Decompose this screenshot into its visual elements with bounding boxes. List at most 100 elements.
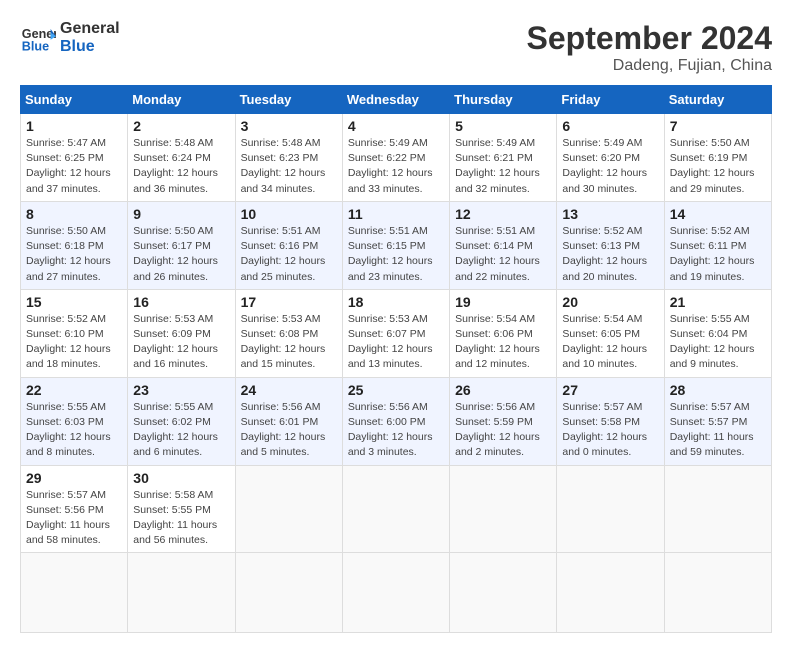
table-row: 30 Sunrise: 5:58 AMSunset: 5:55 PMDaylig…	[128, 465, 235, 553]
header-tuesday: Tuesday	[235, 86, 342, 114]
table-row	[557, 553, 664, 633]
table-row: 23 Sunrise: 5:55 AMSunset: 6:02 PMDaylig…	[128, 377, 235, 465]
day-info: Sunrise: 5:58 AMSunset: 5:55 PMDaylight:…	[133, 489, 217, 547]
table-row: 5 Sunrise: 5:49 AMSunset: 6:21 PMDayligh…	[450, 114, 557, 202]
calendar-week-row	[21, 553, 772, 633]
day-number: 10	[241, 206, 337, 222]
logo-general: General	[60, 20, 120, 38]
table-row: 26 Sunrise: 5:56 AMSunset: 5:59 PMDaylig…	[450, 377, 557, 465]
table-row: 6 Sunrise: 5:49 AMSunset: 6:20 PMDayligh…	[557, 114, 664, 202]
day-info: Sunrise: 5:50 AMSunset: 6:19 PMDaylight:…	[670, 137, 755, 195]
day-info: Sunrise: 5:53 AMSunset: 6:09 PMDaylight:…	[133, 313, 218, 371]
table-row: 11 Sunrise: 5:51 AMSunset: 6:15 PMDaylig…	[342, 201, 449, 289]
table-row: 1 Sunrise: 5:47 AMSunset: 6:25 PMDayligh…	[21, 114, 128, 202]
day-number: 19	[455, 294, 551, 310]
calendar-week-row: 29 Sunrise: 5:57 AMSunset: 5:56 PMDaylig…	[21, 465, 772, 553]
weekday-header-row: Sunday Monday Tuesday Wednesday Thursday…	[21, 86, 772, 114]
table-row: 28 Sunrise: 5:57 AMSunset: 5:57 PMDaylig…	[664, 377, 771, 465]
header-wednesday: Wednesday	[342, 86, 449, 114]
table-row: 13 Sunrise: 5:52 AMSunset: 6:13 PMDaylig…	[557, 201, 664, 289]
table-row: 8 Sunrise: 5:50 AMSunset: 6:18 PMDayligh…	[21, 201, 128, 289]
day-number: 11	[348, 206, 444, 222]
header: General Blue General Blue September 2024…	[20, 20, 772, 75]
table-row: 21 Sunrise: 5:55 AMSunset: 6:04 PMDaylig…	[664, 289, 771, 377]
table-row: 17 Sunrise: 5:53 AMSunset: 6:08 PMDaylig…	[235, 289, 342, 377]
day-info: Sunrise: 5:50 AMSunset: 6:18 PMDaylight:…	[26, 225, 111, 283]
table-row: 24 Sunrise: 5:56 AMSunset: 6:01 PMDaylig…	[235, 377, 342, 465]
day-number: 26	[455, 382, 551, 398]
day-number: 8	[26, 206, 122, 222]
day-number: 18	[348, 294, 444, 310]
table-row: 9 Sunrise: 5:50 AMSunset: 6:17 PMDayligh…	[128, 201, 235, 289]
day-info: Sunrise: 5:51 AMSunset: 6:14 PMDaylight:…	[455, 225, 540, 283]
header-sunday: Sunday	[21, 86, 128, 114]
day-number: 17	[241, 294, 337, 310]
day-info: Sunrise: 5:57 AMSunset: 5:57 PMDaylight:…	[670, 401, 754, 459]
day-info: Sunrise: 5:56 AMSunset: 6:00 PMDaylight:…	[348, 401, 433, 459]
day-info: Sunrise: 5:50 AMSunset: 6:17 PMDaylight:…	[133, 225, 218, 283]
day-info: Sunrise: 5:55 AMSunset: 6:04 PMDaylight:…	[670, 313, 755, 371]
table-row: 25 Sunrise: 5:56 AMSunset: 6:00 PMDaylig…	[342, 377, 449, 465]
day-info: Sunrise: 5:48 AMSunset: 6:23 PMDaylight:…	[241, 137, 326, 195]
day-info: Sunrise: 5:53 AMSunset: 6:07 PMDaylight:…	[348, 313, 433, 371]
day-info: Sunrise: 5:52 AMSunset: 6:11 PMDaylight:…	[670, 225, 755, 283]
day-number: 1	[26, 118, 122, 134]
day-number: 16	[133, 294, 229, 310]
day-info: Sunrise: 5:55 AMSunset: 6:02 PMDaylight:…	[133, 401, 218, 459]
day-number: 4	[348, 118, 444, 134]
day-number: 25	[348, 382, 444, 398]
day-info: Sunrise: 5:54 AMSunset: 6:06 PMDaylight:…	[455, 313, 540, 371]
svg-text:Blue: Blue	[22, 40, 49, 54]
day-number: 13	[562, 206, 658, 222]
day-info: Sunrise: 5:51 AMSunset: 6:15 PMDaylight:…	[348, 225, 433, 283]
day-number: 15	[26, 294, 122, 310]
day-info: Sunrise: 5:53 AMSunset: 6:08 PMDaylight:…	[241, 313, 326, 371]
header-thursday: Thursday	[450, 86, 557, 114]
day-number: 24	[241, 382, 337, 398]
table-row: 20 Sunrise: 5:54 AMSunset: 6:05 PMDaylig…	[557, 289, 664, 377]
table-row	[557, 465, 664, 553]
table-row: 15 Sunrise: 5:52 AMSunset: 6:10 PMDaylig…	[21, 289, 128, 377]
table-row: 22 Sunrise: 5:55 AMSunset: 6:03 PMDaylig…	[21, 377, 128, 465]
header-monday: Monday	[128, 86, 235, 114]
day-number: 9	[133, 206, 229, 222]
day-number: 28	[670, 382, 766, 398]
table-row: 27 Sunrise: 5:57 AMSunset: 5:58 PMDaylig…	[557, 377, 664, 465]
table-row	[664, 553, 771, 633]
calendar-week-row: 1 Sunrise: 5:47 AMSunset: 6:25 PMDayligh…	[21, 114, 772, 202]
day-info: Sunrise: 5:49 AMSunset: 6:20 PMDaylight:…	[562, 137, 647, 195]
table-row	[235, 553, 342, 633]
table-row	[235, 465, 342, 553]
table-row: 3 Sunrise: 5:48 AMSunset: 6:23 PMDayligh…	[235, 114, 342, 202]
title-area: September 2024 Dadeng, Fujian, China	[527, 20, 772, 75]
table-row	[342, 553, 449, 633]
day-number: 30	[133, 470, 229, 486]
day-number: 21	[670, 294, 766, 310]
table-row	[664, 465, 771, 553]
day-info: Sunrise: 5:56 AMSunset: 5:59 PMDaylight:…	[455, 401, 540, 459]
day-number: 6	[562, 118, 658, 134]
logo: General Blue General Blue	[20, 20, 120, 56]
calendar-week-row: 8 Sunrise: 5:50 AMSunset: 6:18 PMDayligh…	[21, 201, 772, 289]
calendar-week-row: 15 Sunrise: 5:52 AMSunset: 6:10 PMDaylig…	[21, 289, 772, 377]
table-row: 7 Sunrise: 5:50 AMSunset: 6:19 PMDayligh…	[664, 114, 771, 202]
table-row	[450, 553, 557, 633]
header-saturday: Saturday	[664, 86, 771, 114]
day-info: Sunrise: 5:51 AMSunset: 6:16 PMDaylight:…	[241, 225, 326, 283]
day-number: 27	[562, 382, 658, 398]
day-info: Sunrise: 5:47 AMSunset: 6:25 PMDaylight:…	[26, 137, 111, 195]
day-number: 12	[455, 206, 551, 222]
day-info: Sunrise: 5:56 AMSunset: 6:01 PMDaylight:…	[241, 401, 326, 459]
day-number: 23	[133, 382, 229, 398]
day-info: Sunrise: 5:52 AMSunset: 6:10 PMDaylight:…	[26, 313, 111, 371]
table-row: 14 Sunrise: 5:52 AMSunset: 6:11 PMDaylig…	[664, 201, 771, 289]
table-row	[128, 553, 235, 633]
day-info: Sunrise: 5:48 AMSunset: 6:24 PMDaylight:…	[133, 137, 218, 195]
day-info: Sunrise: 5:49 AMSunset: 6:22 PMDaylight:…	[348, 137, 433, 195]
table-row	[342, 465, 449, 553]
table-row: 2 Sunrise: 5:48 AMSunset: 6:24 PMDayligh…	[128, 114, 235, 202]
table-row: 18 Sunrise: 5:53 AMSunset: 6:07 PMDaylig…	[342, 289, 449, 377]
day-info: Sunrise: 5:54 AMSunset: 6:05 PMDaylight:…	[562, 313, 647, 371]
day-info: Sunrise: 5:55 AMSunset: 6:03 PMDaylight:…	[26, 401, 111, 459]
day-info: Sunrise: 5:52 AMSunset: 6:13 PMDaylight:…	[562, 225, 647, 283]
